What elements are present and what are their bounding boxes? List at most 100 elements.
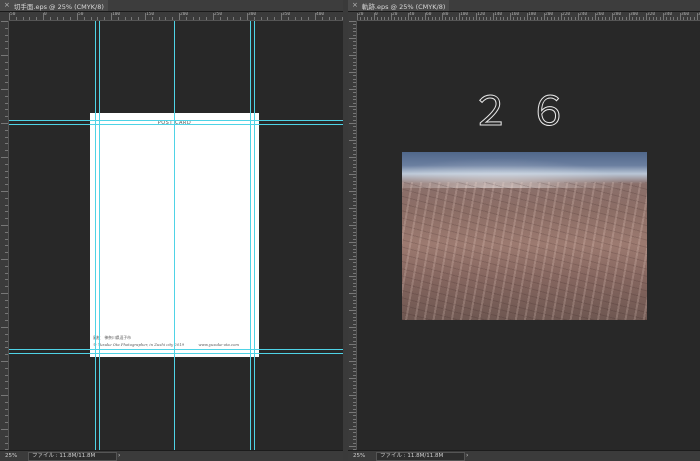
ruler-tick bbox=[353, 180, 356, 182]
ruler-tick bbox=[404, 17, 406, 20]
ruler-tick bbox=[172, 17, 174, 20]
canvas-area[interactable]: POST CARD 風紋 神奈川県逗子市 © Yusuke Ota Photog… bbox=[9, 21, 343, 451]
ruler-tick bbox=[353, 340, 356, 342]
horizontal-ruler[interactable]: 20 0 20 40 60 80 100 120 140 160 180 200 220 240 260 28… bbox=[357, 12, 700, 21]
zoom-level[interactable]: 25% bbox=[353, 453, 365, 459]
ruler-corner bbox=[0, 12, 9, 21]
chevron-right-icon[interactable]: › bbox=[118, 452, 120, 459]
ruler-tick bbox=[666, 17, 668, 20]
ruler-tick bbox=[377, 17, 379, 20]
ruler-tick bbox=[639, 17, 641, 20]
guide-vertical[interactable] bbox=[250, 21, 251, 451]
ruler-tick bbox=[192, 17, 194, 20]
close-icon[interactable]: × bbox=[352, 2, 358, 9]
ruler-number: 140 bbox=[494, 12, 503, 17]
ruler-tick bbox=[353, 109, 356, 111]
ruler-tick bbox=[5, 388, 8, 390]
ruler-tick bbox=[625, 17, 627, 20]
ruler-tick bbox=[353, 435, 356, 437]
ruler-tick bbox=[90, 17, 92, 20]
ruler-tick bbox=[414, 17, 416, 20]
ruler-number: 120 bbox=[477, 12, 486, 17]
ruler-number: 150 bbox=[146, 12, 155, 17]
ruler-tick bbox=[482, 17, 484, 20]
ruler-tick bbox=[353, 415, 356, 417]
zoom-level[interactable]: 25% bbox=[5, 453, 17, 459]
ruler-tick bbox=[510, 13, 511, 20]
document-window-right[interactable]: × 軌跡.eps @ 25% (CMYK/8) 20 0 20 40 60 80 100 12… bbox=[348, 0, 700, 461]
ruler-number: 200 bbox=[545, 12, 554, 17]
ruler-tick bbox=[353, 374, 356, 376]
ruler-tick bbox=[353, 85, 356, 87]
ruler-tick bbox=[353, 136, 356, 138]
ruler-tick bbox=[353, 211, 356, 213]
guide-vertical[interactable] bbox=[254, 21, 255, 451]
ruler-tick bbox=[349, 429, 356, 430]
ruler-tick bbox=[353, 381, 356, 383]
ruler-tick bbox=[97, 17, 99, 20]
ruler-tick bbox=[353, 330, 356, 332]
document-tab-right[interactable]: × 軌跡.eps @ 25% (CMYK/8) bbox=[348, 0, 450, 11]
ruler-tick bbox=[459, 13, 460, 20]
ruler-number: 350 bbox=[282, 12, 291, 17]
chevron-right-icon[interactable]: › bbox=[466, 452, 468, 459]
ruler-tick bbox=[5, 61, 8, 63]
ruler-tick bbox=[349, 446, 356, 447]
ruler-tick bbox=[469, 17, 471, 20]
canvas-area[interactable]: ２６ bbox=[357, 21, 700, 451]
ruler-tick bbox=[253, 17, 255, 20]
ruler-tick bbox=[618, 17, 620, 20]
document-window-left[interactable]: × 切手面.eps @ 25% (CMYK/8) 50 0 50 100 150 200 2… bbox=[0, 0, 343, 461]
ruler-tick bbox=[104, 17, 106, 20]
ruler-tick bbox=[394, 17, 396, 20]
ruler-tick bbox=[353, 150, 356, 152]
tab-bar: × 切手面.eps @ 25% (CMYK/8) bbox=[0, 0, 343, 12]
ruler-tick bbox=[349, 310, 356, 311]
vertical-ruler[interactable] bbox=[348, 21, 357, 451]
ruler-tick bbox=[353, 286, 356, 288]
guide-vertical[interactable] bbox=[174, 21, 175, 451]
tab-title: 切手面.eps @ 25% (CMYK/8) bbox=[13, 2, 104, 11]
ruler-tick bbox=[349, 361, 356, 362]
ruler-tick bbox=[158, 17, 160, 20]
guide-horizontal[interactable] bbox=[9, 124, 343, 125]
guide-horizontal[interactable] bbox=[9, 353, 343, 354]
ruler-tick bbox=[353, 204, 356, 206]
ruler-tick bbox=[233, 17, 235, 20]
ruler-tick bbox=[349, 412, 356, 413]
file-info[interactable]: ファイル : 11.8M/11.8M bbox=[28, 452, 117, 461]
ruler-tick bbox=[367, 17, 369, 20]
ruler-tick bbox=[353, 143, 356, 145]
ruler-tick bbox=[547, 17, 549, 20]
document-tab-left[interactable]: × 切手面.eps @ 25% (CMYK/8) bbox=[0, 0, 108, 11]
guide-horizontal[interactable] bbox=[9, 120, 343, 121]
horizontal-ruler[interactable]: 50050100150200250300350400450 bbox=[9, 12, 343, 21]
close-icon[interactable]: × bbox=[4, 2, 10, 9]
ruler-tick bbox=[584, 17, 586, 20]
guide-horizontal[interactable] bbox=[9, 349, 343, 350]
ruler-tick bbox=[428, 17, 430, 20]
ruler-tick bbox=[301, 17, 303, 20]
ruler-tick bbox=[349, 276, 356, 277]
ruler-tick bbox=[117, 17, 119, 20]
guide-vertical[interactable] bbox=[95, 21, 96, 451]
ruler-tick bbox=[83, 17, 85, 20]
ruler-tick bbox=[353, 194, 356, 196]
ruler-tick bbox=[5, 306, 8, 308]
ruler-tick bbox=[240, 17, 242, 20]
ruler-tick bbox=[328, 17, 330, 20]
guide-vertical[interactable] bbox=[99, 21, 100, 451]
vertical-ruler[interactable] bbox=[0, 21, 9, 451]
ruler-corner bbox=[348, 12, 357, 21]
ruler-tick bbox=[353, 235, 356, 237]
ruler-tick bbox=[353, 401, 356, 403]
ruler-tick bbox=[5, 75, 8, 77]
ruler-tick bbox=[489, 17, 491, 20]
file-info[interactable]: ファイル : 11.8M/11.8M bbox=[376, 452, 465, 461]
ruler-tick bbox=[544, 13, 545, 20]
ruler-tick bbox=[5, 82, 8, 84]
ruler-tick bbox=[353, 78, 356, 80]
ruler-tick bbox=[506, 17, 508, 20]
ruler-tick bbox=[15, 17, 17, 20]
beach-photo bbox=[402, 152, 647, 320]
